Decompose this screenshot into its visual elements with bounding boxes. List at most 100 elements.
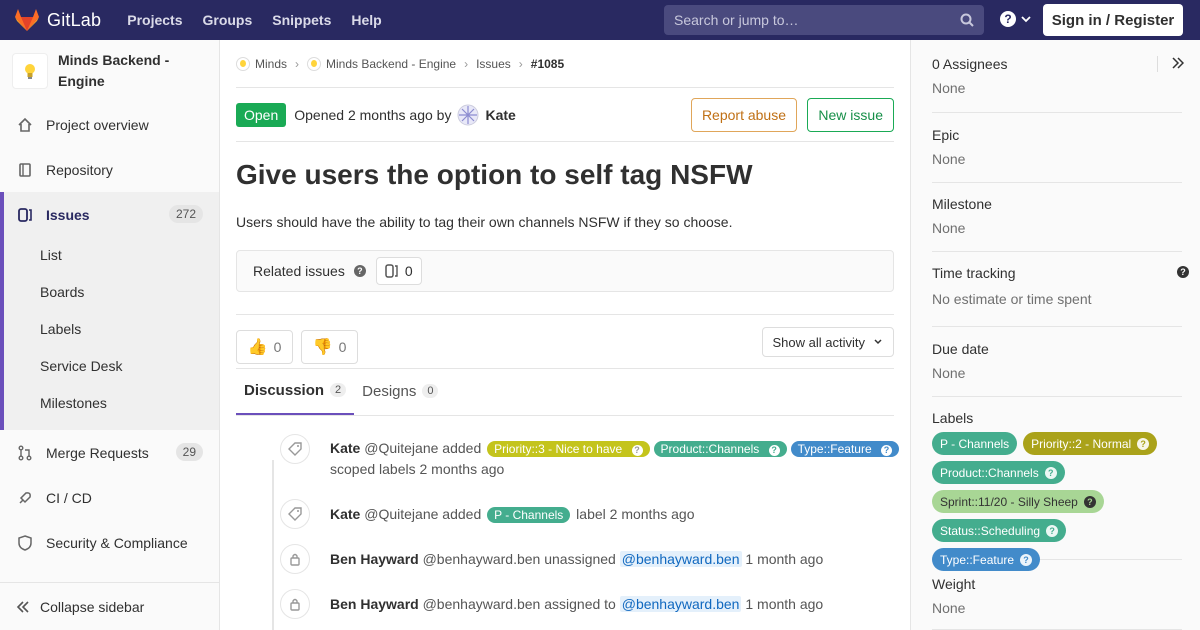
sidebar-sub-service-desk[interactable]: Service Desk (40, 358, 122, 374)
sidebar-item-merge-requests[interactable]: Merge Requests 29 (0, 430, 219, 475)
note-time: 1 month ago (745, 596, 824, 612)
opened-text: Opened 2 months ago by (294, 106, 452, 123)
label-type[interactable]: Type::Feature ? (790, 441, 899, 457)
gitlab-logo[interactable]: GitLab (14, 0, 101, 40)
thumbs-down-button[interactable]: 👎 0 (301, 329, 358, 364)
note-suffix: scoped labels 2 months ago (330, 461, 505, 477)
note-author[interactable]: Kate (330, 440, 360, 456)
label-priority-normal[interactable]: Priority::2 - Normal? (1023, 432, 1158, 455)
issue-tabs: Discussion 2 Designs 0 (236, 368, 894, 416)
note-author[interactable]: Kate (330, 506, 360, 522)
awards-bar: 👍 0 👎 0 Show all activity (236, 314, 894, 368)
collapse-label: Collapse sidebar (40, 598, 145, 615)
tab-discussion[interactable]: Discussion 2 (236, 367, 355, 415)
label-p-channels[interactable]: P - Channels (932, 432, 1018, 455)
timeline-line (272, 460, 274, 630)
note-handle: @benhayward.ben (422, 551, 541, 567)
gitlab-tanuki-icon (15, 9, 39, 31)
issue-title: Give users the option to self tag NSFW (236, 159, 753, 190)
right-sidebar: 0 Assignees None Epic None Milestone Non… (910, 40, 1200, 630)
report-abuse-button[interactable]: Report abuse (690, 98, 797, 132)
user-icon (280, 544, 310, 574)
author-link[interactable]: Kate (457, 104, 516, 126)
labels-block: Labels P - Channels Priority::2 - Normal… (932, 410, 1182, 571)
note-author[interactable]: Ben Hayward (330, 551, 419, 567)
user-mention[interactable]: @benhayward.ben (619, 596, 742, 612)
assignees-value: None (932, 80, 966, 96)
user-mention[interactable]: @benhayward.ben (619, 551, 742, 567)
activity-filter-dropdown[interactable]: Show all activity (761, 327, 894, 357)
note-suffix: label 2 months ago (576, 506, 695, 522)
label-product[interactable]: Product::Channels ? (653, 441, 787, 457)
lightbulb-icon (236, 56, 250, 71)
label-priority[interactable]: Priority::3 - Nice to have ? (487, 441, 650, 457)
assignees-title: 0 Assignees (932, 56, 1008, 72)
issues-count-badge: 272 (168, 205, 203, 223)
label-status-scheduling[interactable]: Status::Scheduling? (932, 519, 1067, 542)
related-issues-count[interactable]: 0 (375, 257, 422, 285)
note-handle: @Quitejane (364, 440, 439, 456)
help-dropdown[interactable]: ? (1000, 11, 1032, 27)
project-name: Minds Backend - Engine (58, 52, 170, 89)
sidebar-item-issues[interactable]: Issues 272 (4, 192, 219, 237)
breadcrumb-issues[interactable]: Issues › (476, 57, 531, 71)
breadcrumb-minds[interactable]: Minds › (236, 56, 307, 71)
sidebar-item-repository[interactable]: Repository (0, 147, 219, 192)
left-sidebar: Minds Backend - Engine Project overview … (0, 40, 220, 630)
note-time: 1 month ago (745, 551, 824, 567)
sign-in-button[interactable]: Sign in / Register (1043, 4, 1183, 36)
label-type-feature[interactable]: Type::Feature? (932, 548, 1041, 571)
epic-block: Epic None (932, 127, 1182, 183)
note-author[interactable]: Ben Hayward (330, 596, 419, 612)
due-date-title: Due date (932, 341, 989, 357)
sidebar-sub-list[interactable]: List (40, 247, 62, 263)
nav-snippets[interactable]: Snippets (272, 12, 331, 28)
due-date-value: None (932, 365, 966, 381)
search-box[interactable] (664, 5, 984, 35)
sidebar-item-security[interactable]: Security & Compliance (0, 520, 219, 565)
sidebar-item-label: Repository (46, 161, 113, 178)
breadcrumb-project[interactable]: Minds Backend - Engine › (307, 56, 476, 71)
search-input[interactable] (674, 12, 954, 28)
collapse-sidebar-button[interactable]: Collapse sidebar (0, 582, 219, 630)
issues-icon (16, 207, 34, 223)
tab-designs[interactable]: Designs 0 (354, 367, 446, 415)
new-issue-button[interactable]: New issue (807, 98, 894, 132)
lightbulb-icon (25, 64, 35, 79)
status-badge: Open (236, 102, 287, 127)
thumbs-up-button[interactable]: 👍 0 (236, 329, 293, 364)
mr-count-badge: 29 (175, 443, 203, 461)
issue-header: Open Opened 2 months ago by Kate Report … (236, 88, 894, 142)
search-icon[interactable] (960, 13, 974, 27)
nav-help[interactable]: Help (351, 12, 381, 28)
sidebar-item-ci-cd[interactable]: CI / CD (0, 475, 219, 520)
question-icon[interactable]: ? (1177, 266, 1189, 278)
sidebar-sub-milestones[interactable]: Milestones (40, 395, 107, 411)
sidebar-sub-boards[interactable]: Boards (40, 284, 84, 300)
merge-request-icon (16, 445, 34, 461)
milestone-block: Milestone None (932, 196, 1182, 252)
double-chevron-right-icon[interactable] (1172, 57, 1184, 69)
project-header[interactable]: Minds Backend - Engine (0, 40, 219, 102)
label-sprint[interactable]: Sprint::11/20 - Silly Sheep? (932, 490, 1104, 513)
sidebar-sub-labels[interactable]: Labels (40, 321, 81, 337)
nav-groups[interactable]: Groups (202, 12, 252, 28)
question-icon[interactable]: ? (353, 265, 366, 277)
tag-icon (280, 434, 310, 464)
nav-projects[interactable]: Projects (127, 12, 182, 28)
thumbs-up-icon: 👍 (247, 338, 268, 356)
note-handle: @Quitejane (364, 506, 439, 522)
sidebar-item-project-overview[interactable]: Project overview (0, 102, 219, 147)
shield-icon (16, 534, 34, 551)
rocket-icon (16, 490, 34, 506)
breadcrumb-issue-id[interactable]: #1085 (531, 57, 564, 71)
sidebar-item-label: Security & Compliance (46, 534, 188, 551)
breadcrumb: Minds › Minds Backend - Engine › Issues › #… (236, 40, 894, 88)
note-text: Ben Hayward @benhayward.ben assigned to … (330, 596, 824, 612)
label-p-channels[interactable]: P - Channels (487, 507, 571, 523)
epic-title: Epic (932, 127, 960, 143)
top-navbar: GitLab Projects Groups Snippets Help ? S… (0, 0, 1200, 40)
label-product-channels[interactable]: Product::Channels? (932, 461, 1065, 484)
weight-block: Weight None (932, 576, 1182, 630)
question-icon: ? (1000, 11, 1016, 27)
